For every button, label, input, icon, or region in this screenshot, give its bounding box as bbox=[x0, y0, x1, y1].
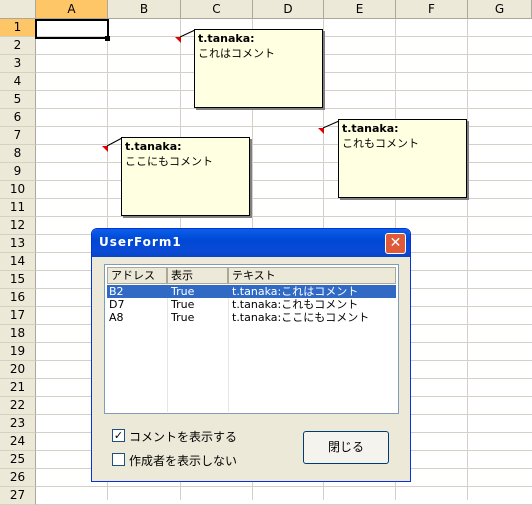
row-header[interactable]: 27 bbox=[0, 487, 36, 505]
column-header-f[interactable]: F bbox=[396, 0, 468, 19]
listbox-row[interactable]: B2 True t.tanaka:これはコメント bbox=[107, 285, 396, 298]
row-header[interactable]: 9 bbox=[0, 163, 36, 181]
row-header[interactable]: 26 bbox=[0, 469, 36, 487]
column-header-c[interactable]: C bbox=[181, 0, 253, 19]
close-icon[interactable]: ✕ bbox=[385, 233, 406, 254]
listbox-header-text[interactable]: テキスト bbox=[228, 267, 396, 284]
row-header[interactable]: 8 bbox=[0, 145, 36, 163]
grid-line bbox=[36, 108, 532, 109]
comment-author: t.tanaka: bbox=[125, 140, 182, 153]
comment-box-a8[interactable]: t.tanaka: ここにもコメント bbox=[121, 137, 250, 216]
row-text: t.tanaka:これもコメント bbox=[232, 298, 359, 311]
row-header[interactable]: 15 bbox=[0, 271, 36, 289]
row-header[interactable]: 18 bbox=[0, 325, 36, 343]
listbox-row[interactable]: D7 True t.tanaka:これもコメント bbox=[107, 298, 396, 311]
column-header-d[interactable]: D bbox=[253, 0, 324, 19]
listbox-header-address[interactable]: アドレス bbox=[107, 267, 167, 284]
comment-author: t.tanaka: bbox=[198, 32, 255, 45]
row-header[interactable]: 2 bbox=[0, 37, 36, 55]
grid-line bbox=[467, 19, 468, 500]
comment-text: ここにもコメント bbox=[125, 155, 213, 168]
column-header-a[interactable]: A bbox=[36, 0, 108, 19]
comment-indicator-b2 bbox=[175, 37, 181, 43]
column-header-b[interactable]: B bbox=[108, 0, 181, 19]
comment-listbox[interactable]: アドレス 表示 テキスト B2 True t.tanaka:これはコメント D7… bbox=[104, 264, 399, 414]
select-all-corner[interactable] bbox=[0, 0, 36, 19]
comment-box-b2[interactable]: t.tanaka: これはコメント bbox=[194, 29, 323, 108]
close-button[interactable]: 閉じる bbox=[303, 431, 389, 464]
fill-handle[interactable] bbox=[105, 36, 110, 41]
row-header[interactable]: 19 bbox=[0, 343, 36, 361]
comment-indicator-a8 bbox=[102, 146, 108, 152]
row-text: t.tanaka:これはコメント bbox=[232, 285, 359, 298]
row-header[interactable]: 23 bbox=[0, 415, 36, 433]
listbox-row[interactable]: A8 True t.tanaka:ここにもコメント bbox=[107, 311, 396, 324]
row-header[interactable]: 20 bbox=[0, 361, 36, 379]
dialog-title: UserForm1 bbox=[99, 235, 182, 249]
row-header[interactable]: 6 bbox=[0, 109, 36, 127]
row-header[interactable]: 4 bbox=[0, 73, 36, 91]
comment-indicator-d7 bbox=[318, 128, 324, 134]
comment-text: これはコメント bbox=[198, 47, 275, 60]
grid-line bbox=[36, 216, 532, 217]
row-header[interactable]: 5 bbox=[0, 91, 36, 109]
title-bar[interactable]: UserForm1 ✕ bbox=[92, 229, 410, 257]
grid-line bbox=[36, 486, 532, 487]
comment-box-d7[interactable]: t.tanaka: これもコメント bbox=[338, 119, 467, 198]
column-header-g[interactable]: G bbox=[468, 0, 532, 19]
hide-author-label: 作成者を表示しない bbox=[129, 454, 238, 468]
comment-author: t.tanaka: bbox=[342, 122, 399, 135]
row-header[interactable]: 22 bbox=[0, 397, 36, 415]
row-header[interactable]: 7 bbox=[0, 127, 36, 145]
comment-text: これもコメント bbox=[342, 137, 419, 150]
row-header[interactable]: 12 bbox=[0, 217, 36, 235]
show-comments-checkbox[interactable]: ✓ bbox=[112, 429, 125, 442]
hide-author-checkbox[interactable] bbox=[112, 453, 125, 466]
row-address: D7 bbox=[109, 298, 125, 311]
row-text: t.tanaka:ここにもコメント bbox=[232, 311, 370, 324]
show-comments-label: コメントを表示する bbox=[129, 430, 238, 444]
row-header[interactable]: 11 bbox=[0, 199, 36, 217]
row-header[interactable]: 3 bbox=[0, 55, 36, 73]
row-address: B2 bbox=[109, 285, 124, 298]
userform-dialog: UserForm1 ✕ アドレス 表示 テキスト B2 True t.tanak… bbox=[91, 228, 411, 482]
row-header[interactable]: 24 bbox=[0, 433, 36, 451]
row-header[interactable]: 17 bbox=[0, 307, 36, 325]
row-header[interactable]: 21 bbox=[0, 379, 36, 397]
row-header[interactable]: 1 bbox=[0, 19, 36, 37]
grid-line bbox=[36, 198, 532, 199]
listbox-header-visible[interactable]: 表示 bbox=[167, 267, 228, 284]
active-cell-a1[interactable] bbox=[35, 19, 109, 39]
column-header-e[interactable]: E bbox=[324, 0, 396, 19]
row-header[interactable]: 16 bbox=[0, 289, 36, 307]
row-header[interactable]: 14 bbox=[0, 253, 36, 271]
row-header[interactable]: 25 bbox=[0, 451, 36, 469]
row-header[interactable]: 10 bbox=[0, 181, 36, 199]
row-visible: True bbox=[171, 298, 195, 311]
row-header[interactable]: 13 bbox=[0, 235, 36, 253]
row-address: A8 bbox=[109, 311, 124, 324]
row-visible: True bbox=[171, 285, 195, 298]
row-visible: True bbox=[171, 311, 195, 324]
